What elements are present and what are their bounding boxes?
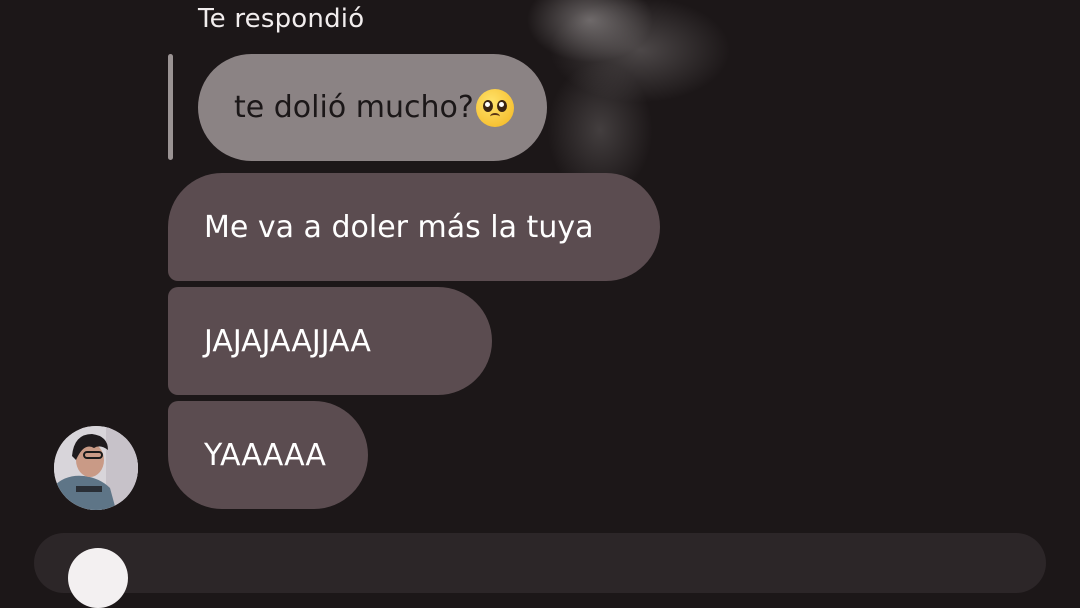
quoted-message-text: te dolió mucho?	[234, 90, 474, 125]
message-text: JAJAJAAJJAA	[204, 323, 371, 359]
message-bubble[interactable]: YAAAAA	[168, 401, 368, 509]
message-composer-bar[interactable]	[34, 533, 1046, 593]
message-bubble[interactable]: Me va a doler más la tuya	[168, 173, 660, 281]
sender-avatar[interactable]	[54, 426, 138, 510]
camera-button[interactable]	[68, 548, 128, 608]
emoji-right-eye	[496, 99, 507, 112]
message-text: Me va a doler más la tuya	[204, 209, 594, 245]
avatar-portrait-icon	[54, 426, 138, 510]
reply-quote-bar	[168, 54, 173, 160]
message-text: YAAAAA	[204, 437, 326, 473]
emoji-left-eye	[482, 99, 493, 112]
quoted-message-bubble[interactable]: te dolió mucho?	[198, 54, 547, 161]
message-bubble[interactable]: JAJAJAAJJAA	[168, 287, 492, 395]
pleading-face-icon	[475, 88, 514, 127]
reply-header: Te respondió	[198, 4, 365, 34]
emoji-mouth	[489, 112, 500, 120]
